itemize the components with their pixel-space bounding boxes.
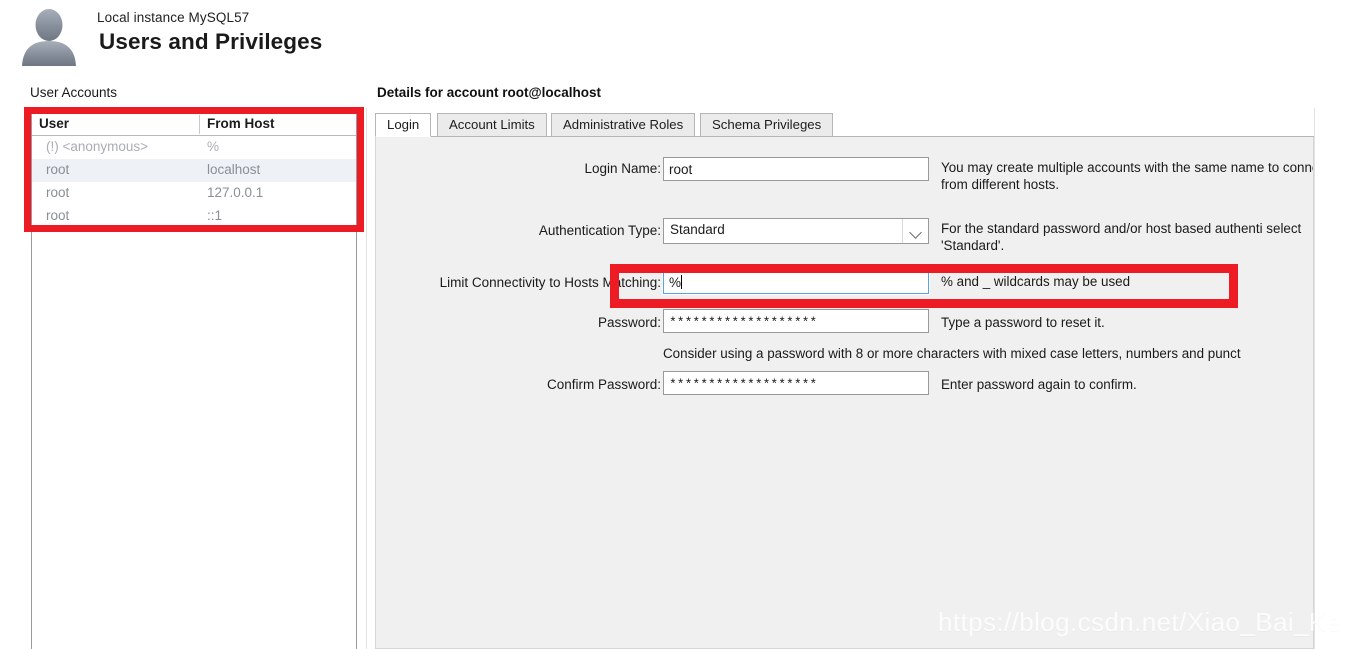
cell-user: root — [46, 208, 70, 223]
authentication-type-hint: For the standard password and/or host ba… — [941, 221, 1302, 253]
column-header-from-host[interactable]: From Host — [207, 116, 275, 131]
tab-administrative-roles[interactable]: Administrative Roles — [551, 113, 696, 137]
details-header: Details for account root@localhost — [377, 85, 601, 100]
confirm-password-input[interactable]: ******************* — [663, 371, 929, 395]
tab-login[interactable]: Login — [375, 113, 432, 137]
password-input[interactable]: ******************* — [663, 309, 929, 333]
table-row[interactable]: root localhost — [32, 159, 356, 182]
table-row[interactable]: (!) <anonymous> % — [32, 136, 356, 159]
instance-subtitle: Local instance MySQL57 — [97, 10, 250, 25]
login-name-input[interactable]: root — [663, 157, 929, 181]
password-strength-note: Consider using a password with 8 or more… — [663, 346, 1241, 361]
page-title: Users and Privileges — [99, 29, 323, 54]
tab-account-limits[interactable]: Account Limits — [437, 113, 547, 137]
details-tabbar: Login Account Limits Administrative Role… — [375, 113, 1314, 137]
watermark: https://blog.csdn.net/Xiao_Bai_Ke — [938, 607, 1342, 637]
login-tab-panel: Login Name: root You may create multiple… — [375, 137, 1314, 649]
app-root: Local instance MySQL57 Users and Privile… — [0, 0, 1350, 649]
table-row[interactable]: root ::1 — [32, 205, 356, 228]
tab-schema-privileges[interactable]: Schema Privileges — [700, 113, 834, 137]
column-header-user[interactable]: User — [39, 116, 69, 131]
user-accounts-list[interactable]: User From Host (!) <anonymous> % root lo… — [31, 113, 357, 649]
user-accounts-label: User Accounts — [30, 85, 118, 100]
authentication-type-value: Standard — [670, 222, 725, 237]
confirm-password-label: Confirm Password: — [546, 377, 661, 392]
table-row[interactable]: root 127.0.0.1 — [32, 182, 356, 205]
password-hint: Type a password to reset it. — [941, 315, 1105, 330]
chevron-down-icon[interactable] — [902, 219, 928, 243]
cell-user: (!) <anonymous> — [46, 139, 149, 154]
cell-user: root — [46, 162, 70, 177]
cell-host: % — [207, 139, 220, 154]
text-cursor — [681, 275, 683, 289]
page-header: Local instance MySQL57 Users and Privile… — [0, 0, 1350, 72]
password-label: Password: — [597, 315, 661, 330]
cell-user: root — [46, 185, 70, 200]
column-divider[interactable] — [199, 115, 200, 134]
cell-host: ::1 — [207, 208, 223, 223]
confirm-password-hint: Enter password again to confirm. — [941, 377, 1137, 392]
authentication-type-label: Authentication Type: — [538, 223, 661, 238]
limit-connectivity-hint: % and _ wildcards may be used — [941, 274, 1131, 289]
limit-connectivity-label: Limit Connectivity to Hosts Matching: — [439, 275, 661, 290]
login-name-label: Login Name: — [584, 161, 661, 176]
cell-host: 127.0.0.1 — [207, 185, 264, 200]
cell-host: localhost — [207, 162, 261, 177]
limit-connectivity-input[interactable]: % — [662, 269, 930, 295]
limit-connectivity-value: % — [669, 275, 682, 290]
user-silhouette-icon — [16, 8, 82, 66]
pane-divider — [366, 108, 367, 649]
right-pane-edge — [1314, 108, 1315, 649]
user-accounts-header-row: User From Host — [32, 114, 356, 136]
authentication-type-select[interactable]: Standard — [663, 218, 929, 244]
login-name-hint: You may create multiple accounts with th… — [941, 160, 1314, 192]
